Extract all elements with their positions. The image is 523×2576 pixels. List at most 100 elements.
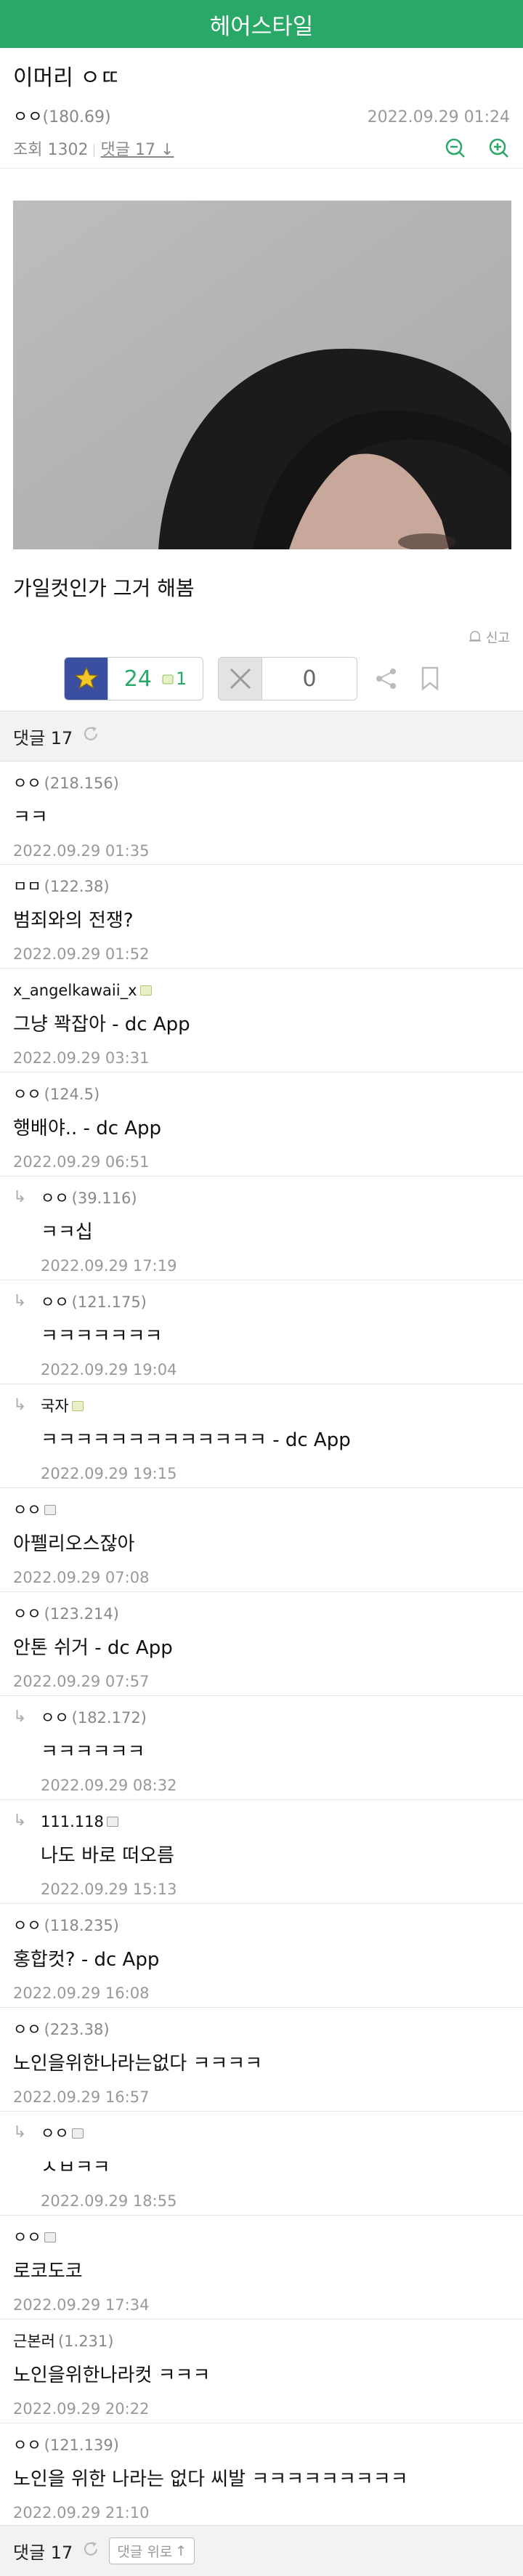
reply-arrow-icon: ↳: [13, 1708, 27, 1726]
reply-item: ↳ ㅇㅇ (121.175) ㅋㅋㅋㅋㅋㅋㅋ 2022.09.29 19:04: [0, 1280, 523, 1384]
x-icon: [219, 658, 262, 700]
refresh-icon[interactable]: [81, 2540, 100, 2563]
comment-text: 안톤 쉬거 - dc App: [13, 1637, 173, 1659]
comment-item: ㅇㅇ (218.156) ㅋㅋ 2022.09.29 01:35: [0, 762, 523, 865]
comment-writer[interactable]: x_angelkawaii_x: [13, 979, 510, 1002]
comment-date: 2022.09.29 20:22: [13, 2400, 150, 2418]
comment-writer-name: 111.118: [41, 1813, 104, 1830]
comment-writer[interactable]: ㅇㅇ (121.139): [13, 2434, 510, 2457]
comment-item: ㅇㅇ (121.139) 노인을 위한 나라는 없다 씨발 ㅋㅋㅋㅋㅋㅋㅋㅋㅋ 2…: [0, 2423, 523, 2525]
comment-writer-name: ㅇㅇ: [13, 1501, 41, 1519]
comment-writer[interactable]: ㅇㅇ (39.116): [41, 1187, 510, 1210]
comment-writer-name: ㅇㅇ: [13, 1086, 41, 1103]
comment-writer[interactable]: 111.118: [41, 1810, 510, 1833]
comment-date: 2022.09.29 21:10: [13, 2504, 150, 2522]
comment-text: 행배야.. - dc App: [13, 1118, 162, 1139]
reply-arrow-icon: ↳: [13, 1812, 27, 1830]
reply-item: ↳ 국자 ㅋㅋㅋㅋㅋㅋㅋㅋㅋㅋㅋㅋㅋ - dc App 2022.09.29 1…: [0, 1384, 523, 1488]
comment-text: 나도 바로 떠오름: [41, 1845, 174, 1867]
share-icon[interactable]: [372, 664, 401, 693]
post-title: 이머리 ㅇㄸ: [13, 65, 121, 91]
recommend-button[interactable]: 24 1: [64, 657, 203, 700]
comment-writer[interactable]: ㅇㅇ (123.214): [13, 1602, 510, 1626]
member-icon: [106, 1817, 118, 1827]
comment-footer: 댓글 17 댓글 위로 ↑: [0, 2525, 523, 2576]
comment-text: 노인을 위한 나라는 없다 씨발 ㅋㅋㅋㅋㅋㅋㅋㅋㅋ: [13, 2468, 408, 2490]
comment-item: ㅇㅇ 로코도코 2022.09.29 17:34: [0, 2216, 523, 2319]
comment-date: 2022.09.29 01:35: [13, 842, 150, 860]
comment-writer-name: ㅁㅁ: [13, 878, 41, 895]
comment-date: 2022.09.29 16:57: [13, 2088, 150, 2106]
post-writer[interactable]: ㅇㅇ(180.69): [13, 108, 111, 128]
comment-date: 2022.09.29 18:55: [41, 2192, 177, 2210]
comment-header: 댓글 17: [0, 711, 523, 762]
comment-text: 홍합컷? - dc App: [13, 1949, 160, 1971]
comment-item: ㅇㅇ (123.214) 안톤 쉬거 - dc App 2022.09.29 07…: [0, 1592, 523, 1696]
zoom-in-icon[interactable]: [488, 137, 510, 159]
comment-writer[interactable]: ㅁㅁ (122.38): [13, 875, 510, 898]
fixed-nick-icon: [139, 985, 152, 996]
star-icon: [65, 658, 108, 700]
comment-writer-ip: (223.38): [44, 2021, 110, 2038]
comment-writer[interactable]: ㅇㅇ (118.235): [13, 1914, 510, 1937]
bookmark-icon[interactable]: [415, 664, 445, 693]
comment-writer-name: ㅇㅇ: [13, 2021, 41, 2038]
comment-writer-ip: (182.172): [71, 1709, 147, 1727]
post-body: 가일컷인가 그거 해봄 신고 24 1 0: [0, 169, 523, 702]
comment-writer-name: ㅇㅇ: [13, 2229, 41, 2246]
comment-writer-name: ㅇㅇ: [41, 1709, 69, 1727]
comment-writer-ip: (122.38): [44, 878, 110, 895]
comment-writer-name: ㅇㅇ: [41, 2125, 69, 2142]
comment-count-link[interactable]: 댓글 17 ↓: [100, 141, 174, 159]
arrow-up-icon: ↑: [175, 2543, 187, 2559]
comment-writer-ip: (218.156): [44, 775, 119, 792]
unrecommend-button[interactable]: 0: [218, 657, 357, 700]
comment-writer[interactable]: ㅇㅇ: [13, 2226, 510, 2249]
comment-text: 범죄와의 전쟁?: [13, 910, 134, 932]
comment-date: 2022.09.29 19:15: [41, 1465, 177, 1482]
comment-text: 그냥 꽉잡아 - dc App: [13, 1014, 190, 1035]
comment-writer-name: ㅇㅇ: [13, 1605, 41, 1623]
comment-writer[interactable]: ㅇㅇ: [41, 2122, 510, 2145]
gallery-title[interactable]: 헤어스타일: [210, 8, 314, 41]
comment-header-label: 댓글 17: [13, 727, 73, 748]
view-count: 조회 1302: [13, 141, 89, 159]
zoom-out-icon[interactable]: [445, 137, 466, 159]
comment-writer-name: ㅇㅇ: [13, 2436, 41, 2454]
comment-writer[interactable]: ㅇㅇ (124.5): [13, 1083, 510, 1106]
comment-date: 2022.09.29 01:52: [13, 945, 150, 963]
comment-writer-ip: (118.235): [44, 1917, 119, 1934]
comment-writer[interactable]: ㅇㅇ: [13, 1498, 510, 1522]
refresh-icon[interactable]: [81, 724, 100, 748]
comment-text: ㅋㅋㅋㅋㅋㅋㅋ: [41, 1325, 163, 1347]
comment-writer-name: 국자: [41, 1397, 69, 1415]
comment-writer-ip: (124.5): [44, 1086, 100, 1103]
post-photo[interactable]: [13, 201, 511, 549]
comment-date: 2022.09.29 07:57: [13, 1673, 150, 1690]
comment-writer-name: ㅇㅇ: [41, 1190, 69, 1207]
comment-writer-ip: (1.231): [57, 2333, 114, 2350]
comment-writer[interactable]: ㅇㅇ (218.156): [13, 772, 510, 795]
comment-text: 노인을위한나라는없다 ㅋㅋㅋㅋ: [13, 2053, 263, 2075]
post-date: 2022.09.29 01:24: [367, 108, 510, 126]
report-button[interactable]: 신고: [13, 628, 510, 647]
comment-writer-name: ㅇㅇ: [41, 1293, 69, 1311]
reply-arrow-icon: ↳: [13, 1292, 27, 1310]
comment-text: ㅋㅋㅋㅋㅋㅋㅋㅋㅋㅋㅋㅋㅋ - dc App: [41, 1429, 351, 1451]
comment-writer[interactable]: ㅇㅇ (223.38): [13, 2018, 510, 2041]
comment-writer[interactable]: ㅇㅇ (182.172): [41, 1706, 510, 1729]
comment-writer[interactable]: ㅇㅇ (121.175): [41, 1291, 510, 1314]
comment-writer-ip: (121.139): [44, 2436, 119, 2454]
scroll-to-comments-button[interactable]: 댓글 위로 ↑: [109, 2537, 195, 2564]
comment-writer[interactable]: 근본러 (1.231): [13, 2330, 510, 2353]
recommend-area: 24 1 0: [0, 655, 510, 702]
comment-writer-name: ㅇㅇ: [13, 1917, 41, 1934]
post-writer-ip: (180.69): [42, 108, 111, 126]
comment-writer-ip: (121.175): [71, 1293, 147, 1311]
comment-writer-name: ㅇㅇ: [13, 775, 41, 792]
post-text: 가일컷인가 그거 해봄: [13, 576, 195, 600]
comment-writer[interactable]: 국자: [41, 1394, 510, 1418]
comment-text: ㅋㅋ: [13, 807, 48, 828]
post-writer-name: ㅇㅇ: [13, 108, 43, 126]
fixed-recommend-count: 1: [175, 669, 187, 689]
